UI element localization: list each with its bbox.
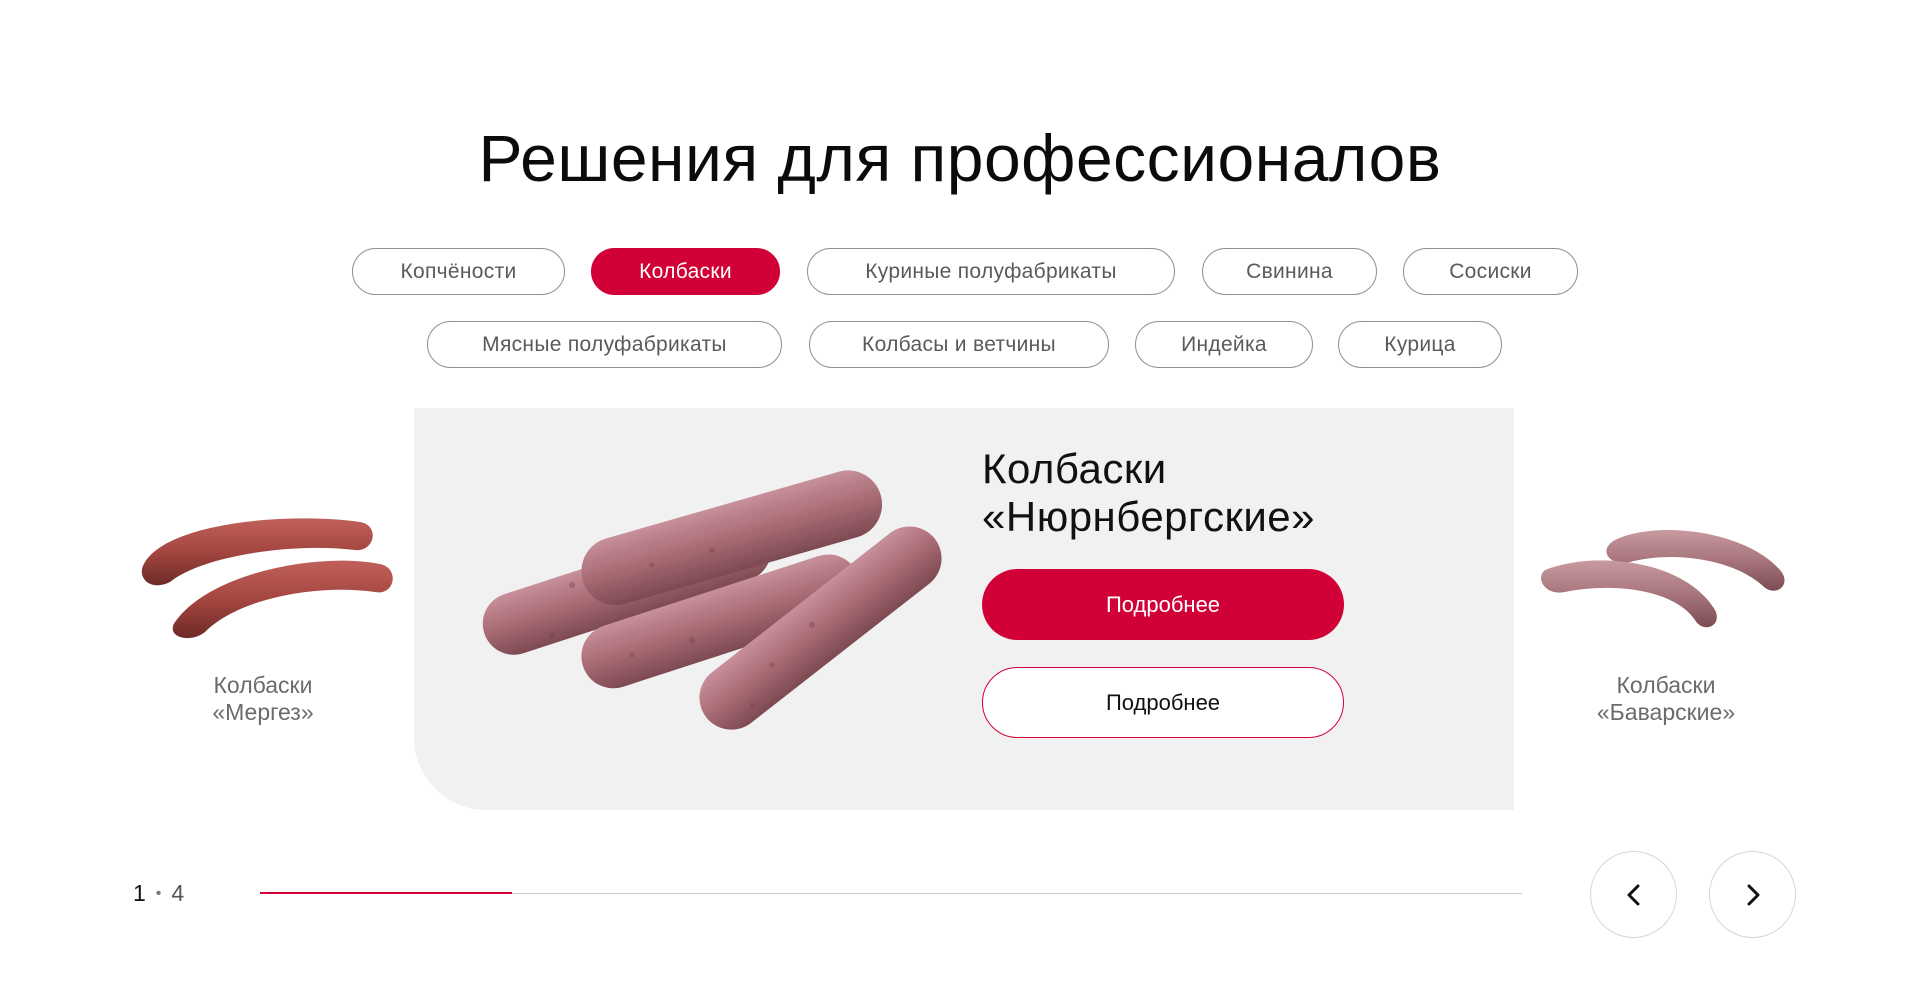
prev-product-label[interactable]: Колбаски «Мергез» [133, 672, 393, 726]
category-chip-frankfurters[interactable]: Сосиски [1403, 248, 1578, 295]
category-chip-meat-semi[interactable]: Мясные полуфабрикаты [427, 321, 782, 368]
next-product-label-line1: Колбаски [1616, 672, 1716, 698]
chevron-right-icon [1747, 884, 1759, 905]
details-primary-button[interactable]: Подробнее [982, 569, 1344, 640]
category-chip-turkey[interactable]: Индейка [1135, 321, 1313, 368]
details-secondary-button[interactable]: Подробнее [982, 667, 1344, 738]
page-title: Решения для профессионалов [478, 121, 1442, 195]
featured-product-title-line2: «Нюрнбергские» [982, 493, 1315, 540]
bavarian-sausages-image[interactable] [1535, 510, 1800, 650]
slider-progress-fill [260, 892, 512, 894]
category-chip-sausages-hams[interactable]: Колбасы и ветчины [809, 321, 1109, 368]
prev-product-label-line2: «Мергез» [212, 699, 314, 725]
next-slide-button[interactable] [1709, 851, 1796, 938]
prev-slide-button[interactable] [1590, 851, 1677, 938]
featured-product-title: Колбаски «Нюрнбергские» [982, 445, 1315, 541]
category-chip-chicken-semi[interactable]: Куриные полуфабрикаты [807, 248, 1175, 295]
category-chip-sausages-active[interactable]: Колбаски [591, 248, 780, 295]
slide-counter: 1 • 4 [133, 880, 184, 907]
chevron-left-icon [1627, 884, 1639, 905]
category-chip-smoked[interactable]: Копчёности [352, 248, 565, 295]
slide-current: 1 [133, 880, 146, 906]
next-product-label[interactable]: Колбаски «Баварские» [1536, 672, 1796, 726]
slide-separator: • [155, 884, 162, 902]
slide-total: 4 [171, 880, 185, 906]
category-chip-chicken[interactable]: Курица [1338, 321, 1502, 368]
next-product-label-line2: «Баварские» [1596, 699, 1736, 725]
featured-product-title-line1: Колбаски [982, 445, 1167, 492]
nuremberg-sausages-image [482, 470, 942, 730]
prev-product-label-line1: Колбаски [213, 672, 313, 698]
category-chip-pork[interactable]: Свинина [1202, 248, 1377, 295]
merguez-sausages-image[interactable] [130, 492, 400, 652]
